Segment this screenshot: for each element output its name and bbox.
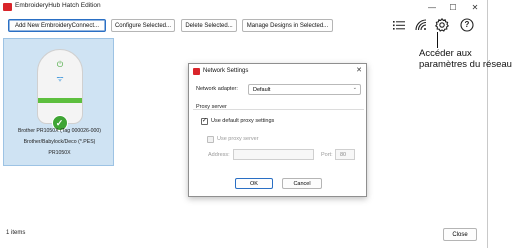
app-logo-icon xyxy=(3,3,12,11)
minimize-button[interactable]: — xyxy=(424,1,440,13)
address-label: Address: xyxy=(208,152,230,158)
device-name: Brother PR1050X (Tag 000026-000) xyxy=(17,128,102,134)
dialog-close-button[interactable]: ✕ xyxy=(354,66,364,76)
use-default-proxy-label: Use default proxy settings xyxy=(211,118,275,124)
device-format: Brother/Babylock/Deco (*.PES) xyxy=(23,139,96,145)
network-adapter-value: Default xyxy=(253,87,271,93)
settings-gear-icon[interactable] xyxy=(434,17,450,33)
item-count-status: 1 items xyxy=(6,230,26,236)
list-icon[interactable] xyxy=(391,17,407,33)
window-title: EmbroideryHub Hatch Edition xyxy=(15,2,101,9)
help-glyph: ? xyxy=(464,20,470,29)
proxy-section-divider xyxy=(193,109,364,110)
chevron-down-icon: ⌄ xyxy=(352,85,357,91)
port-field[interactable]: 80 xyxy=(335,149,355,160)
close-button[interactable]: Close xyxy=(443,228,477,241)
cancel-button[interactable]: Cancel xyxy=(282,178,322,189)
dialog-app-icon xyxy=(193,68,200,75)
help-icon[interactable]: ? xyxy=(459,17,475,33)
network-settings-dialog: Network Settings ✕ Network adapter: Defa… xyxy=(188,63,367,197)
device-image: ⏻ ᯤ ✓ xyxy=(37,49,83,131)
device-card[interactable]: ⏻ ᯤ ✓ Brother PR1050X (Tag 000026-000) B… xyxy=(3,38,114,166)
port-label: Port: xyxy=(321,152,333,158)
callout-line-2: paramètres du réseau xyxy=(419,59,512,70)
delete-selected-button[interactable]: Delete Selected... xyxy=(181,19,237,32)
use-default-proxy-checkbox[interactable]: ✓ xyxy=(201,118,208,125)
use-proxy-server-checkbox[interactable] xyxy=(207,136,214,143)
address-field[interactable] xyxy=(233,149,314,160)
wifi-icon: ᯤ xyxy=(56,74,64,83)
maximize-button[interactable]: ☐ xyxy=(445,1,461,13)
dialog-title: Network Settings xyxy=(203,67,249,74)
title-bar: EmbroideryHub Hatch Edition — ☐ ✕ xyxy=(0,0,488,14)
add-new-embroideryconnect-button[interactable]: Add New EmbroideryConnect... xyxy=(8,19,106,32)
network-adapter-select[interactable]: Default ⌄ xyxy=(248,84,361,95)
device-status-stripe xyxy=(38,98,82,103)
configure-selected-button[interactable]: Configure Selected... xyxy=(111,19,175,32)
network-signal-icon[interactable] xyxy=(413,17,429,33)
network-adapter-label: Network adapter: xyxy=(196,86,238,92)
power-icon: ⏻ xyxy=(56,60,64,69)
callout-line-1: Accéder aux xyxy=(419,48,472,59)
app-window: EmbroideryHub Hatch Edition — ☐ ✕ Add Ne… xyxy=(0,0,488,248)
use-proxy-server-label: Use proxy server xyxy=(217,136,259,142)
close-window-button[interactable]: ✕ xyxy=(467,1,483,13)
manage-designs-button[interactable]: Manage Designs in Selected... xyxy=(242,19,333,32)
device-model: PR1050X xyxy=(48,150,71,156)
ok-button[interactable]: OK xyxy=(235,178,273,189)
network-settings-callout: Accéder aux paramètres du réseau xyxy=(419,48,512,70)
annotation-leader-line xyxy=(437,32,438,48)
